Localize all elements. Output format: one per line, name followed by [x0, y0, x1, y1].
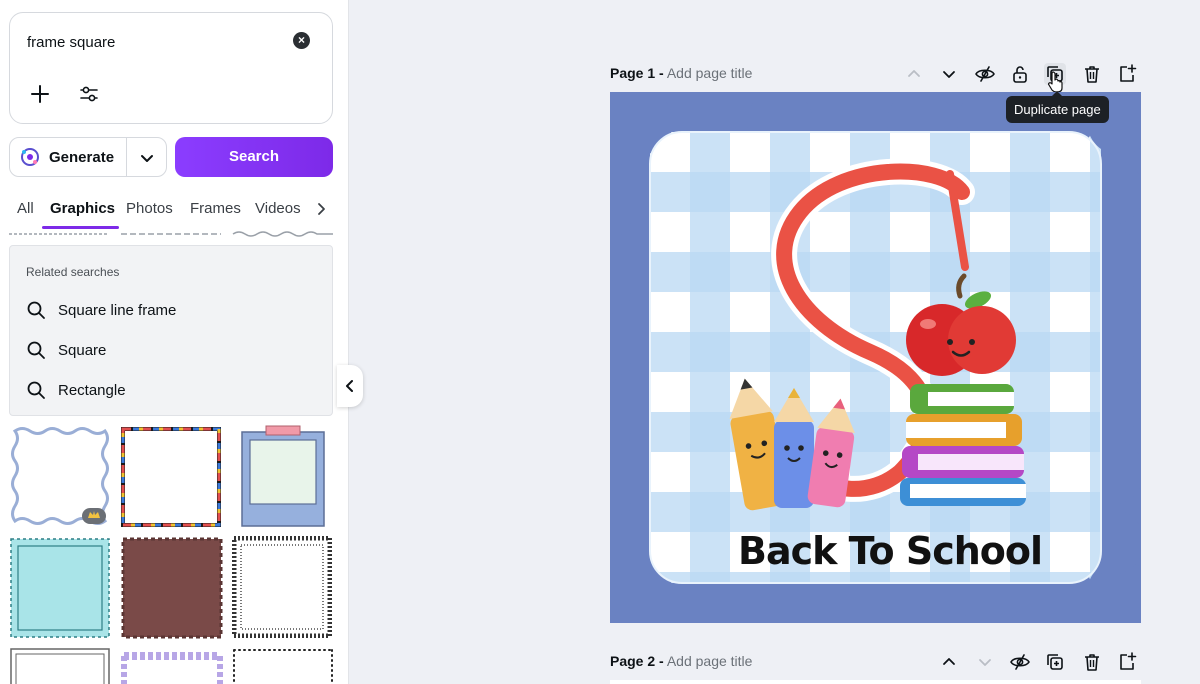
chevron-down-icon — [979, 659, 991, 666]
related-search-label: Rectangle — [58, 382, 126, 399]
chevron-right-icon[interactable] — [314, 202, 328, 216]
tab-photos[interactable]: Photos — [126, 200, 173, 217]
move-page-down-button[interactable] — [938, 63, 960, 85]
back-to-school-design: Back To School — [610, 92, 1141, 623]
generate-button[interactable]: Generate — [9, 137, 167, 177]
duplicate-page-button[interactable] — [1044, 651, 1066, 673]
add-page-icon — [1120, 652, 1137, 670]
stamp-frame-graphic[interactable] — [8, 536, 112, 640]
chevron-down-icon[interactable] — [138, 149, 156, 167]
eye-slash-icon — [1010, 654, 1030, 670]
unlock-icon — [1013, 66, 1027, 83]
trash-icon — [1085, 66, 1099, 83]
dotted-frame-graphic[interactable] — [232, 646, 334, 684]
lock-page-button[interactable] — [1009, 63, 1031, 85]
tab-frames[interactable]: Frames — [190, 200, 241, 217]
duplicate-page-tooltip: Duplicate page — [1006, 91, 1109, 123]
related-search-label: Square line frame — [58, 302, 177, 319]
move-page-up-button[interactable] — [938, 651, 960, 673]
chevron-up-icon — [943, 658, 955, 665]
hide-page-button[interactable] — [1009, 651, 1031, 673]
books-illustration — [900, 384, 1026, 506]
page-title-input[interactable]: Add page title — [667, 653, 753, 669]
floral-frame-graphic[interactable] — [120, 646, 224, 684]
duplicate-icon — [1047, 654, 1063, 670]
search-box[interactable]: frame square × — [9, 12, 333, 124]
design-page-2[interactable] — [610, 680, 1141, 684]
side-panel: frame square × Generate Search All Graph… — [0, 0, 349, 684]
search-input[interactable]: frame square — [27, 34, 115, 51]
search-icon — [27, 341, 45, 359]
search-button[interactable]: Search — [175, 137, 333, 177]
page-2-header: Page 2 - Add page title — [610, 651, 1140, 673]
tab-all[interactable]: All — [17, 200, 34, 217]
magic-sparkle-icon — [21, 148, 39, 166]
collapse-panel-button[interactable] — [337, 365, 363, 407]
trash-icon — [1085, 654, 1099, 671]
close-circle-icon[interactable]: × — [293, 32, 310, 49]
delete-page-button[interactable] — [1081, 651, 1103, 673]
related-search-item[interactable]: Square — [26, 338, 316, 362]
tab-graphics[interactable]: Graphics — [50, 200, 115, 217]
add-page-button[interactable] — [1116, 63, 1138, 85]
move-page-up-button[interactable] — [903, 63, 925, 85]
wavy-frame-graphic[interactable] — [10, 426, 110, 526]
page-number: Page 1 - — [610, 65, 664, 81]
add-page-icon — [1120, 64, 1137, 82]
patterned-square-frame-graphic[interactable] — [232, 536, 332, 638]
add-page-button[interactable] — [1116, 651, 1138, 673]
page-1-label: Page 1 - Add page title — [610, 65, 752, 81]
page-number: Page 2 - — [610, 653, 664, 669]
chevron-left-icon — [346, 380, 353, 392]
search-icon — [27, 381, 45, 399]
sliders-icon[interactable] — [78, 83, 100, 105]
design-page-1[interactable]: Back To School — [610, 92, 1141, 623]
related-search-item[interactable]: Square line frame — [26, 298, 316, 322]
colorful-border-frame-graphic[interactable] — [120, 426, 222, 528]
page-title-input[interactable]: Add page title — [667, 65, 753, 81]
move-page-down-button[interactable] — [974, 651, 996, 673]
hand-cursor-icon — [1048, 71, 1063, 92]
design-headline: Back To School — [738, 529, 1042, 573]
scalloped-brown-frame-graphic[interactable] — [120, 536, 224, 640]
search-icon — [27, 301, 45, 319]
related-search-label: Square — [58, 342, 107, 359]
content-tabs: All Graphics Photos Frames Videos — [9, 196, 339, 230]
tab-videos[interactable]: Videos — [255, 200, 301, 217]
polaroid-frame-graphic[interactable] — [240, 424, 326, 528]
eye-slash-icon — [975, 66, 995, 82]
chevron-up-icon — [908, 70, 920, 77]
chevron-down-icon — [943, 71, 955, 78]
plus-icon[interactable] — [29, 83, 51, 105]
graphics-strip-preview — [9, 231, 333, 237]
delete-page-button[interactable] — [1081, 63, 1103, 85]
generate-label: Generate — [49, 149, 115, 166]
related-searches-title: Related searches — [26, 265, 120, 279]
page-2-label: Page 2 - Add page title — [610, 653, 752, 669]
related-search-item[interactable]: Rectangle — [26, 378, 316, 402]
generate-main[interactable]: Generate — [10, 138, 127, 176]
hide-page-button[interactable] — [974, 63, 996, 85]
double-line-frame-graphic[interactable] — [8, 646, 112, 684]
related-searches: Related searches Square line frame Squar… — [9, 245, 333, 416]
